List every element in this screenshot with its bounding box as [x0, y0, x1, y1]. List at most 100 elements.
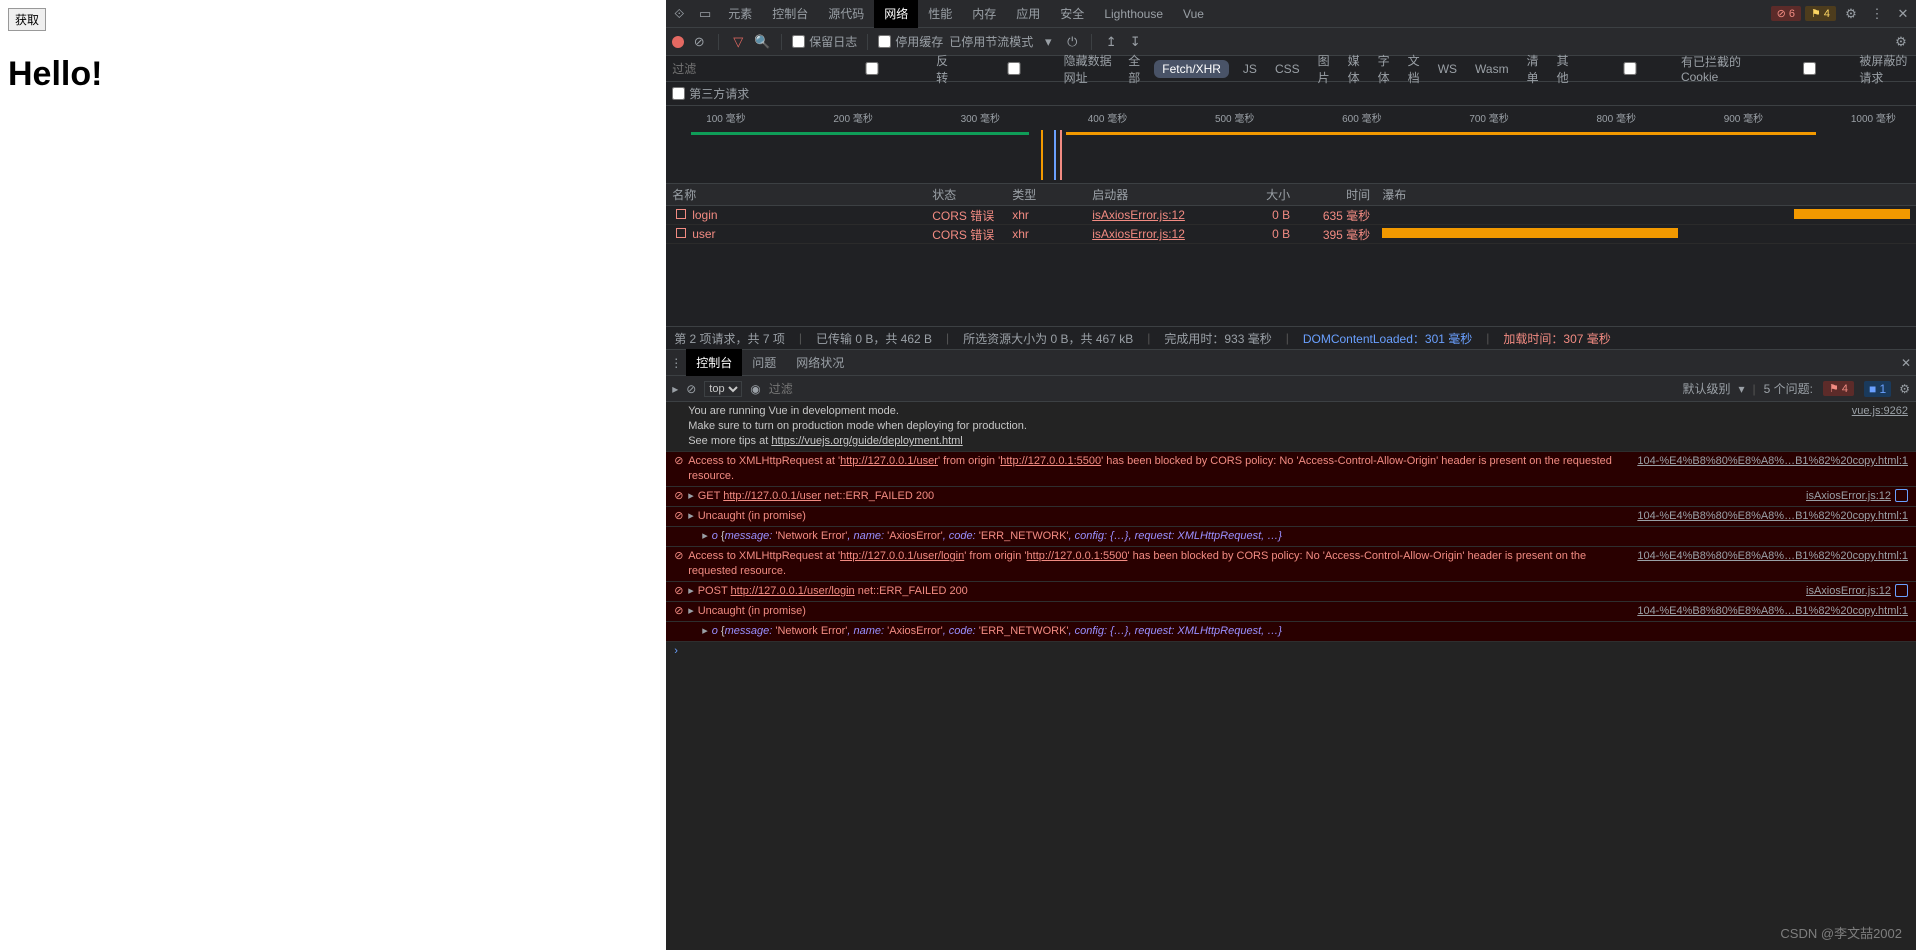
console-prompt[interactable]: › [666, 642, 1916, 661]
fetch-button[interactable]: 获取 [8, 8, 46, 31]
filter-css[interactable]: CSS [1271, 60, 1304, 78]
tab-network[interactable]: 网络 [874, 0, 918, 28]
inspect-icon[interactable]: ⟐ [666, 6, 692, 22]
console-row: ⊘ ▸POST http://127.0.0.1/user/login net:… [666, 582, 1916, 602]
tick-label: 200 毫秒 [833, 110, 872, 125]
drawer-close-icon[interactable]: ✕ [1896, 356, 1916, 370]
upload-icon[interactable]: ↥ [1102, 34, 1120, 50]
external-icon[interactable] [1895, 489, 1908, 502]
console-row: ⊘ ▸GET http://127.0.0.1/user net::ERR_FA… [666, 487, 1916, 507]
tab-security[interactable]: 安全 [1050, 0, 1094, 28]
filter-fetch-xhr[interactable]: Fetch/XHR [1154, 60, 1229, 78]
error-icon: ⊘ [674, 584, 688, 599]
log-level-select[interactable]: 默认级别 [1682, 380, 1730, 397]
close-icon[interactable]: ✕ [1890, 6, 1916, 22]
error-icon: ⊘ [674, 549, 688, 579]
tab-memory[interactable]: 内存 [962, 0, 1006, 28]
hide-data-urls-checkbox[interactable]: 隐藏数据网址 [968, 52, 1114, 86]
preserve-log-checkbox[interactable]: 保留日志 [792, 33, 857, 50]
throttling-select[interactable]: 已停用节流模式 [949, 33, 1033, 50]
issues-info-badge: ■ 1 [1864, 381, 1891, 397]
load-marker [1060, 130, 1062, 180]
console-clear-icon[interactable]: ⊘ [686, 382, 696, 396]
tab-vue[interactable]: Vue [1173, 1, 1214, 27]
drawer-tab-network-conditions[interactable]: 网络状况 [786, 349, 854, 376]
summary-finish: 完成用时：933 毫秒 [1164, 330, 1271, 347]
tab-lighthouse[interactable]: Lighthouse [1094, 1, 1173, 27]
blocked-requests-checkbox[interactable]: 被屏蔽的请求 [1764, 52, 1910, 86]
console-sidebar-icon[interactable]: ▸ [672, 382, 678, 396]
disable-cache-checkbox[interactable]: 停用缓存 [878, 33, 943, 50]
console-row: ⊘ ▸Uncaught (in promise) 104-%E4%B8%80%E… [666, 507, 1916, 527]
tab-sources[interactable]: 源代码 [818, 0, 874, 28]
console-output[interactable]: You are running Vue in development mode.… [666, 402, 1916, 950]
source-link[interactable]: 104-%E4%B8%80%E8%A8%…B1%82%20copy.html:1 [1627, 454, 1908, 484]
col-name[interactable]: 名称 [666, 186, 926, 203]
clear-icon[interactable]: ⊘ [690, 34, 708, 50]
table-row[interactable]: user CORS 错误 xhr isAxiosError.js:12 0 B … [666, 225, 1916, 244]
settings-icon[interactable]: ⚙ [1838, 6, 1864, 22]
col-status[interactable]: 状态 [926, 186, 1006, 203]
source-link[interactable]: 104-%E4%B8%80%E8%A8%…B1%82%20copy.html:1 [1627, 549, 1908, 579]
blocked-cookies-checkbox[interactable]: 有已拦截的 Cookie [1583, 53, 1754, 84]
console-filter-input[interactable] [769, 382, 969, 396]
network-settings-icon[interactable]: ⚙ [1892, 34, 1910, 50]
timeline-bar [691, 132, 1028, 135]
tick-label: 800 毫秒 [1597, 110, 1636, 125]
network-summary: 第 2 项请求，共 7 项| 已传输 0 B，共 462 B| 所选资源大小为 … [666, 326, 1916, 350]
device-icon[interactable]: ▭ [692, 6, 718, 22]
console-row: ▸o {message: 'Network Error', name: 'Axi… [666, 622, 1916, 642]
tab-elements[interactable]: 元素 [718, 0, 762, 28]
tab-performance[interactable]: 性能 [918, 0, 962, 28]
col-time[interactable]: 时间 [1296, 186, 1376, 203]
drawer-tab-console[interactable]: 控制台 [686, 349, 742, 376]
warning-count-badge[interactable]: ⚑ 4 [1805, 6, 1836, 21]
timeline-marker [1041, 130, 1043, 180]
filter-icon[interactable]: ▽ [729, 34, 747, 50]
console-settings-icon[interactable]: ⚙ [1899, 382, 1910, 396]
drawer-tab-issues[interactable]: 问题 [742, 349, 786, 376]
invert-checkbox[interactable]: 反转 [812, 52, 958, 86]
more-icon[interactable]: ⋮ [1864, 6, 1890, 22]
third-party-checkbox[interactable]: 第三方请求 [672, 85, 749, 102]
source-link[interactable]: 104-%E4%B8%80%E8%A8%…B1%82%20copy.html:1 [1627, 604, 1908, 619]
filter-js[interactable]: JS [1239, 60, 1261, 78]
tick-label: 300 毫秒 [961, 110, 1000, 125]
tick-label: 700 毫秒 [1469, 110, 1508, 125]
issues-error-badge: ⚑ 4 [1823, 381, 1854, 396]
source-link[interactable]: isAxiosError.js:12 [1796, 489, 1891, 504]
summary-resources: 所选资源大小为 0 B，共 467 kB [963, 330, 1133, 347]
console-row: ⊘ ▸Uncaught (in promise) 104-%E4%B8%80%E… [666, 602, 1916, 622]
source-link[interactable]: isAxiosError.js:12 [1796, 584, 1891, 599]
chevron-down-icon[interactable]: ▾ [1039, 34, 1057, 50]
tab-console[interactable]: 控制台 [762, 0, 818, 28]
error-icon: ⊘ [674, 454, 688, 484]
network-timeline[interactable]: 100 毫秒 200 毫秒 300 毫秒 400 毫秒 500 毫秒 600 毫… [666, 106, 1916, 184]
issues-label[interactable]: 5 个问题: [1764, 380, 1813, 397]
col-waterfall[interactable]: 瀑布 [1376, 186, 1916, 203]
context-select[interactable]: top [704, 381, 742, 397]
filter-wasm[interactable]: Wasm [1471, 60, 1513, 78]
filter-input[interactable] [672, 62, 802, 76]
external-icon[interactable] [1895, 584, 1908, 597]
error-count-badge[interactable]: ⊘ 6 [1771, 6, 1801, 21]
col-initiator[interactable]: 启动器 [1086, 186, 1216, 203]
tab-application[interactable]: 应用 [1006, 0, 1050, 28]
filter-bar-2: 第三方请求 [666, 82, 1916, 106]
console-toolbar: ▸ ⊘ top ◉ 默认级别▾ | 5 个问题: ⚑ 4 ■ 1 ⚙ [666, 376, 1916, 402]
wifi-icon[interactable]: ⏻ [1063, 34, 1081, 50]
search-icon[interactable]: 🔍 [753, 34, 771, 50]
eye-icon[interactable]: ◉ [750, 382, 760, 396]
table-row[interactable]: login CORS 错误 xhr isAxiosError.js:12 0 B… [666, 206, 1916, 225]
col-size[interactable]: 大小 [1216, 186, 1296, 203]
download-icon[interactable]: ↧ [1126, 34, 1144, 50]
drawer-menu-icon[interactable]: ⋮ [666, 356, 686, 370]
col-type[interactable]: 类型 [1006, 186, 1086, 203]
console-row: ⊘ Access to XMLHttpRequest at 'http://12… [666, 452, 1916, 487]
record-icon[interactable] [672, 36, 684, 48]
source-link[interactable]: 104-%E4%B8%80%E8%A8%…B1%82%20copy.html:1 [1627, 509, 1908, 524]
error-icon: ⊘ [674, 509, 688, 524]
devtools-tabbar: ⟐ ▭ 元素 控制台 源代码 网络 性能 内存 应用 安全 Lighthouse… [666, 0, 1916, 28]
source-link[interactable]: vue.js:9262 [1842, 404, 1908, 449]
filter-ws[interactable]: WS [1434, 60, 1461, 78]
